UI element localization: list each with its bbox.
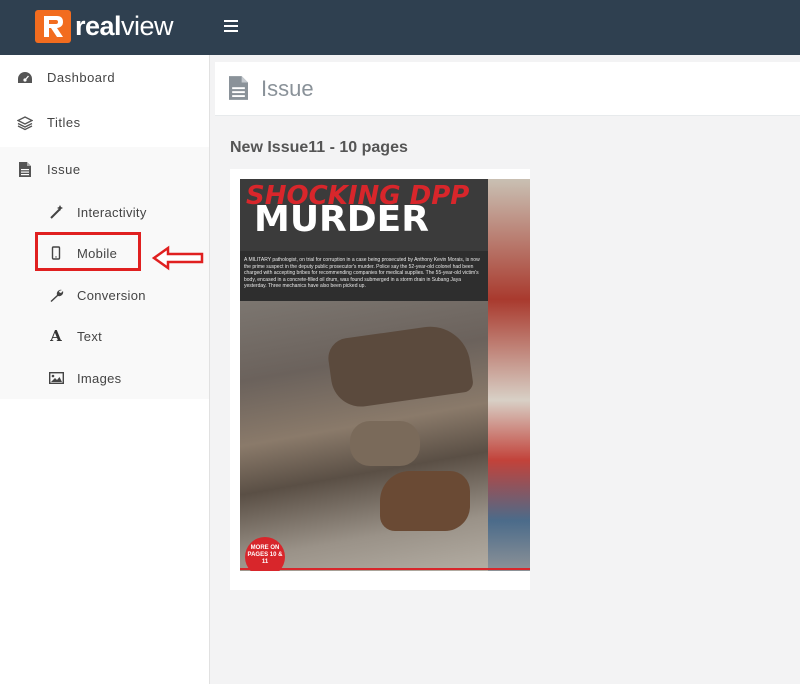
image-icon bbox=[48, 370, 64, 386]
sidebar-item-titles[interactable]: Titles bbox=[0, 100, 209, 145]
sidebar-item-label: Issue bbox=[47, 162, 81, 177]
sidebar-item-label: Titles bbox=[47, 115, 81, 130]
issue-cover-thumbnail[interactable]: SHOCKING DPP MURDER A MILITARY pathologi… bbox=[230, 169, 530, 590]
annotation-highlight-box bbox=[35, 232, 141, 271]
sidebar-subitem-label: Conversion bbox=[77, 287, 146, 303]
wrench-icon bbox=[48, 287, 64, 303]
sidebar-issue-group: Issue Interactivity Mobile Conversion A … bbox=[0, 147, 209, 399]
sidebar: Dashboard Titles Issue Interactivity Mob… bbox=[0, 55, 210, 684]
issue-heading: New Issue11 - 10 pages bbox=[230, 139, 408, 156]
brand-name: realview bbox=[75, 11, 174, 41]
layers-icon bbox=[17, 115, 33, 131]
magic-wand-icon bbox=[48, 204, 64, 220]
annotation-arrow-icon bbox=[152, 245, 204, 271]
page-title: Issue bbox=[261, 76, 314, 101]
sidebar-subitem-conversion[interactable]: Conversion bbox=[0, 275, 209, 315]
sidebar-item-dashboard[interactable]: Dashboard bbox=[0, 55, 209, 100]
brand-logo[interactable]: realview bbox=[35, 10, 174, 43]
cover-body-text: A MILITARY pathologist, on trial for cor… bbox=[240, 251, 488, 301]
file-icon bbox=[17, 162, 33, 178]
sidebar-subitem-text[interactable]: A Text bbox=[0, 316, 209, 356]
sidebar-subitem-label: Text bbox=[77, 328, 103, 344]
realview-logo-icon bbox=[35, 10, 71, 43]
file-icon bbox=[229, 76, 248, 105]
cover-photo bbox=[240, 301, 488, 581]
hamburger-menu-icon[interactable] bbox=[224, 20, 238, 34]
cover-image: SHOCKING DPP MURDER A MILITARY pathologi… bbox=[240, 179, 530, 581]
sidebar-item-label: Dashboard bbox=[47, 70, 116, 85]
sidebar-subitem-images[interactable]: Images bbox=[0, 358, 209, 398]
sidebar-item-issue[interactable]: Issue bbox=[0, 147, 209, 192]
dashboard-icon bbox=[17, 70, 33, 86]
sidebar-subitem-interactivity[interactable]: Interactivity bbox=[0, 192, 209, 232]
font-icon: A bbox=[50, 327, 62, 345]
sidebar-subitem-label: Images bbox=[77, 370, 122, 386]
cover-side-photo bbox=[488, 179, 530, 581]
top-navbar: realview bbox=[0, 0, 800, 55]
cover-headline-main: MURDER bbox=[254, 199, 429, 240]
cover-footer bbox=[240, 571, 530, 581]
page-header: Issue bbox=[215, 62, 800, 116]
sidebar-subitem-label: Interactivity bbox=[77, 204, 147, 220]
cover-headline-block: SHOCKING DPP MURDER bbox=[240, 179, 488, 251]
